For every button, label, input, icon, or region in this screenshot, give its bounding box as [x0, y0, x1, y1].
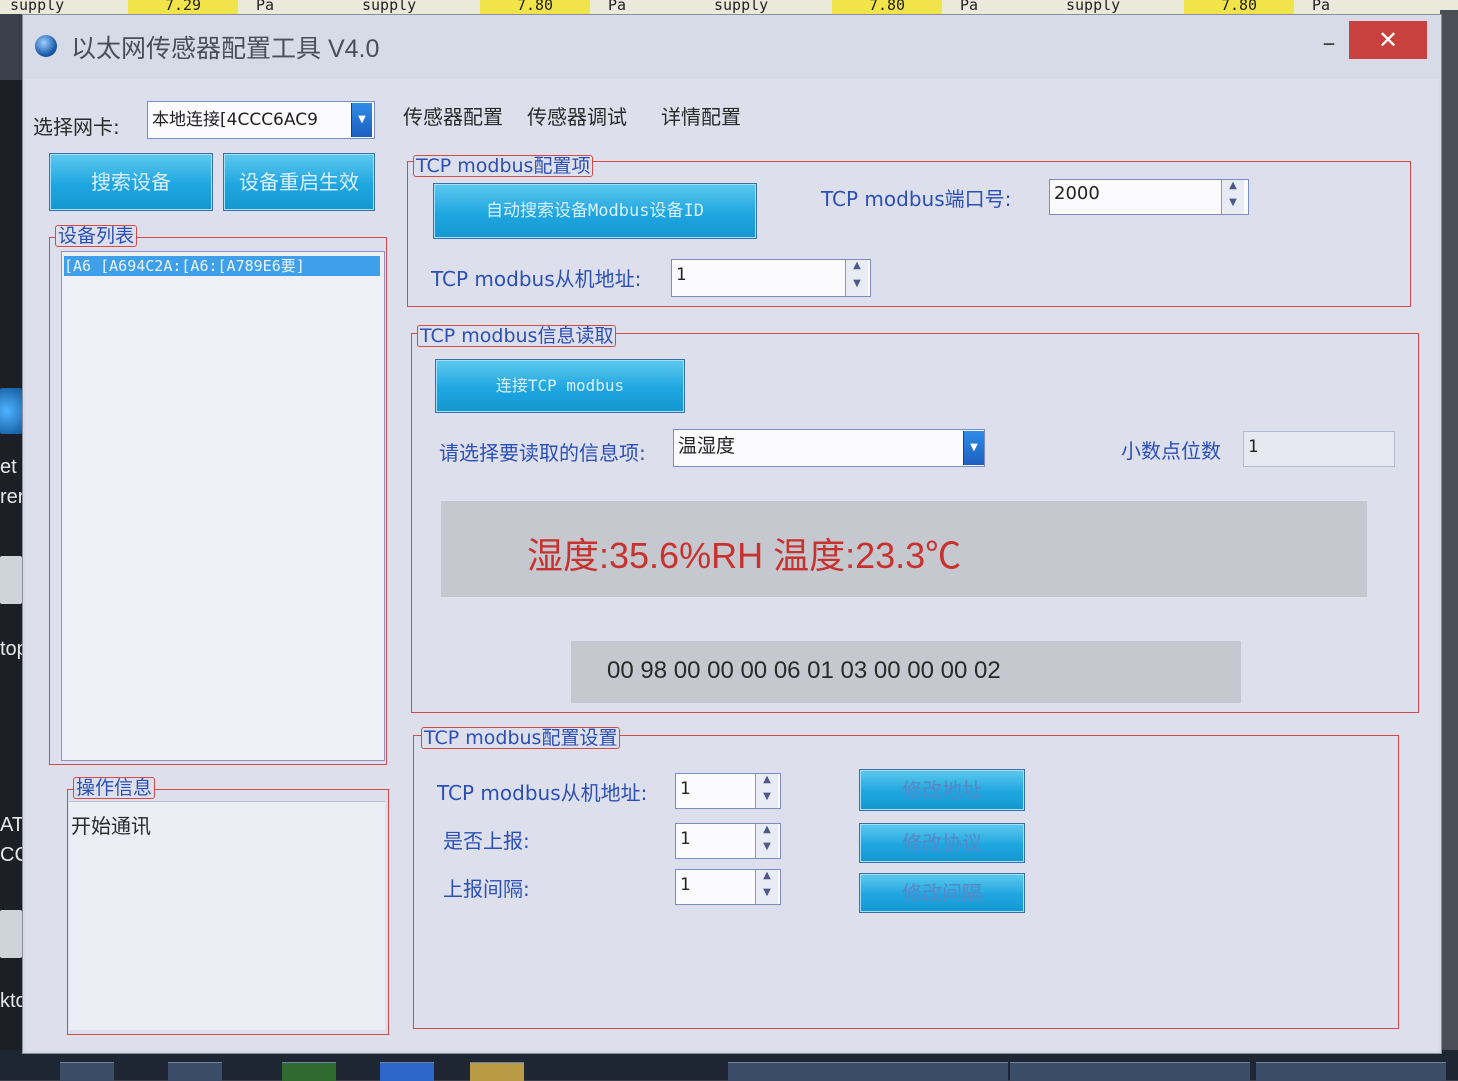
tab-sensor-debug[interactable]: 传感器调试 [527, 101, 627, 130]
port-stepper[interactable]: ▲ ▼ [1221, 180, 1244, 214]
chevron-down-icon[interactable]: ▼ [351, 103, 372, 137]
port-input[interactable]: 2000 [1049, 179, 1249, 215]
tcp-setting-title: TCP modbus配置设置 [421, 727, 621, 749]
minimize-button[interactable]: – [1307, 25, 1351, 61]
chevron-down-icon[interactable]: ▼ [756, 887, 778, 904]
app-window: 以太网传感器配置工具 V4.0 – ✕ 选择网卡: 本地连接[4CCC6AC9 … [22, 14, 1442, 1054]
set-slave-label: TCP modbus从机地址: [437, 781, 648, 805]
strip-text: supply [1066, 0, 1121, 14]
strip-text: supply [10, 0, 65, 14]
chevron-up-icon[interactable]: ▲ [1222, 180, 1244, 197]
sensor-reading: 湿度:35.6%RH 温度:23.3℃ [527, 535, 962, 576]
nic-select[interactable]: 本地连接[4CCC6AC9 [147, 101, 375, 139]
slave-address-stepper[interactable]: ▲ ▼ [845, 260, 868, 296]
tcp-read-title: TCP modbus信息读取 [417, 325, 617, 347]
taskbar-button[interactable] [1256, 1062, 1446, 1081]
slave-address-value: 1 [676, 265, 687, 285]
auto-search-id-button[interactable]: 自动搜索设备Modbus设备ID [433, 183, 757, 239]
log-line: 开始通讯 [71, 814, 151, 838]
log-title: 操作信息 [73, 777, 156, 799]
slave-address-input[interactable]: 1 [671, 259, 871, 297]
interval-value: 1 [680, 875, 691, 895]
log-textarea[interactable]: 开始通讯 [69, 801, 385, 1030]
set-slave-stepper[interactable]: ▲ ▼ [755, 774, 778, 808]
taskbar-button[interactable] [380, 1062, 434, 1081]
strip-value: 7.80 [480, 0, 590, 14]
tab-detail-config[interactable]: 详情配置 [661, 101, 741, 130]
modify-protocol-button[interactable]: 修改协议 [859, 823, 1025, 863]
strip-text: supply [714, 0, 769, 14]
decimal-places-input[interactable]: 1 [1243, 431, 1395, 467]
chevron-up-icon[interactable]: ▲ [756, 774, 778, 791]
chevron-down-icon[interactable]: ▼ [846, 278, 868, 296]
chevron-up-icon[interactable]: ▲ [846, 260, 868, 278]
strip-value: 7.80 [1184, 0, 1294, 14]
nic-label: 选择网卡: [33, 115, 120, 139]
hex-frame: 00 98 00 00 00 06 01 03 00 00 00 02 [607, 657, 1001, 684]
taskbar-button[interactable] [60, 1062, 114, 1081]
port-label: TCP modbus端口号: [821, 187, 1012, 211]
device-list-item[interactable]: [A6 [A694C2A:[A6:[A789E6要] [64, 256, 380, 276]
port-value: 2000 [1054, 183, 1100, 204]
strip-unit: Pa [960, 0, 979, 14]
desktop-app-icon[interactable] [0, 388, 22, 434]
close-button[interactable]: ✕ [1349, 21, 1427, 59]
decimal-places-value: 1 [1248, 437, 1259, 457]
desktop-label: et [0, 456, 17, 478]
report-value: 1 [680, 829, 691, 849]
modify-address-button[interactable]: 修改地址 [859, 769, 1025, 811]
report-label: 是否上报: [443, 829, 530, 853]
globe-icon [35, 35, 57, 57]
set-slave-value: 1 [680, 779, 691, 799]
connect-tcp-button[interactable]: 连接TCP modbus [435, 359, 685, 413]
taskbar-button[interactable] [282, 1062, 336, 1081]
reading-display: 湿度:35.6%RH 温度:23.3℃ [441, 501, 1367, 597]
desktop-label: rer [0, 486, 25, 508]
chevron-down-icon[interactable]: ▼ [756, 791, 778, 808]
report-stepper[interactable]: ▲ ▼ [755, 824, 778, 858]
desktop-file-icon[interactable] [0, 556, 22, 604]
device-list-title: 设备列表 [55, 225, 138, 247]
background-window-edge [1440, 10, 1458, 1050]
chevron-down-icon[interactable]: ▼ [756, 841, 778, 858]
taskbar-button[interactable] [470, 1062, 524, 1081]
decimal-places-label: 小数点位数 [1121, 439, 1221, 463]
interval-stepper[interactable]: ▲ ▼ [755, 870, 778, 904]
taskbar-button[interactable] [728, 1062, 1008, 1081]
chevron-down-icon[interactable]: ▼ [1222, 197, 1244, 214]
window-title: 以太网传感器配置工具 V4.0 [71, 35, 380, 63]
info-item-select[interactable]: 温湿度 [673, 429, 985, 467]
chevron-down-icon[interactable]: ▼ [963, 431, 984, 465]
tcp-config-title: TCP modbus配置项 [413, 155, 594, 177]
strip-value: 7.80 [832, 0, 942, 14]
restart-device-button[interactable]: 设备重启生效 [223, 153, 375, 211]
strip-text: supply [362, 0, 417, 14]
background-status-strip: supply 7.29 Pa supply 7.80 Pa supply 7.8… [0, 0, 1458, 14]
client-area: 选择网卡: 本地连接[4CCC6AC9 ▼ 传感器配置 传感器调试 详情配置 搜… [25, 79, 1439, 1051]
nic-select-value: 本地连接[4CCC6AC9 [152, 110, 318, 130]
search-devices-button[interactable]: 搜索设备 [49, 153, 213, 211]
strip-unit: Pa [1312, 0, 1331, 14]
info-item-value: 温湿度 [678, 435, 736, 457]
device-list[interactable]: [A6 [A694C2A:[A6:[A789E6要] [61, 251, 385, 761]
strip-unit: Pa [608, 0, 627, 14]
chevron-up-icon[interactable]: ▲ [756, 870, 778, 887]
taskbar-button[interactable] [168, 1062, 222, 1081]
tab-sensor-config[interactable]: 传感器配置 [403, 101, 503, 130]
strip-value: 7.29 [128, 0, 238, 14]
strip-unit: Pa [256, 0, 275, 14]
info-select-label: 请选择要读取的信息项: [439, 441, 646, 465]
modify-interval-button[interactable]: 修改间隔 [859, 873, 1025, 913]
chevron-up-icon[interactable]: ▲ [756, 824, 778, 841]
desktop-file-icon[interactable] [0, 910, 22, 958]
title-bar[interactable]: 以太网传感器配置工具 V4.0 – ✕ [23, 15, 1441, 79]
hex-frame-display: 00 98 00 00 00 06 01 03 00 00 00 02 [571, 641, 1241, 703]
interval-label: 上报间隔: [443, 877, 530, 901]
taskbar-button[interactable] [1010, 1062, 1250, 1081]
slave-address-label: TCP modbus从机地址: [431, 267, 642, 291]
